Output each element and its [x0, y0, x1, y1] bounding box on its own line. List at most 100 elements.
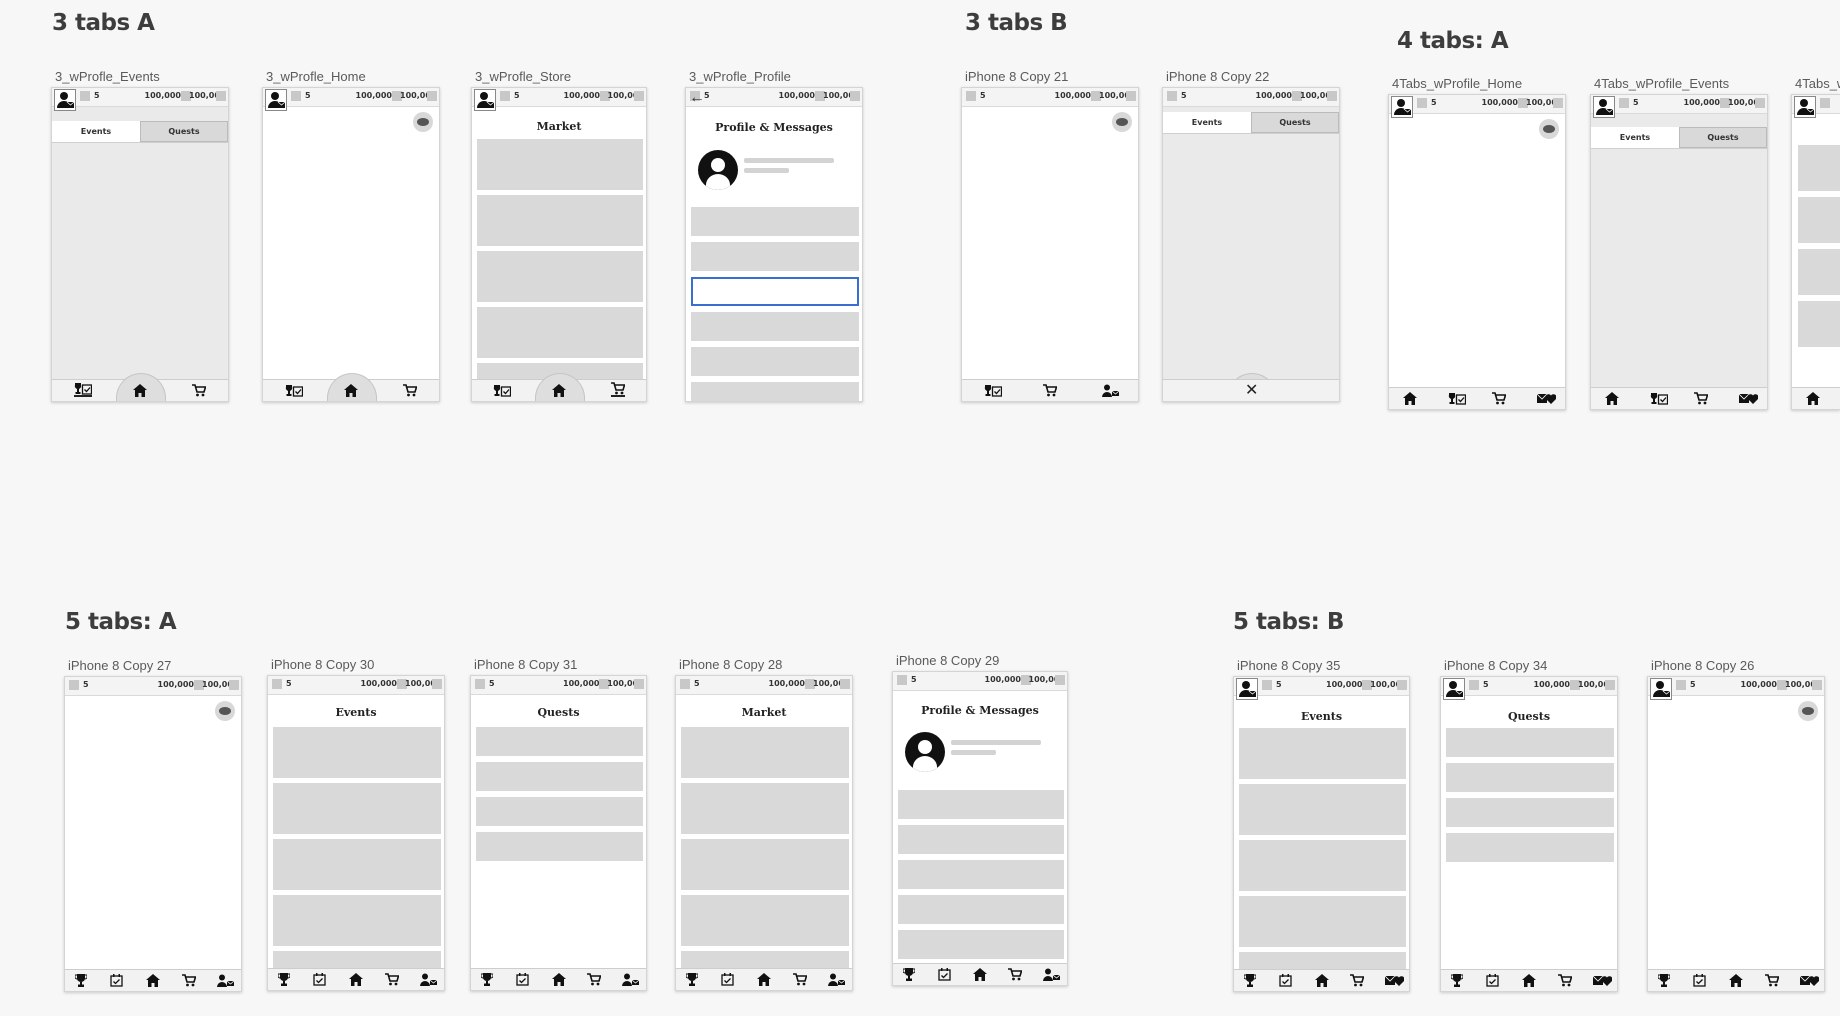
list-card[interactable]: [476, 797, 643, 826]
profile-avatar-button[interactable]: [1650, 678, 1672, 700]
list-card[interactable]: [691, 207, 859, 236]
home-icon[interactable]: [1522, 974, 1536, 987]
profile-icon[interactable]: [622, 973, 640, 986]
events-icon[interactable]: [1650, 392, 1668, 405]
list-card[interactable]: [681, 895, 849, 946]
list-card[interactable]: [691, 382, 859, 401]
calendar-icon[interactable]: [1279, 974, 1292, 987]
tab-quests[interactable]: Quests: [1679, 127, 1767, 148]
list-card[interactable]: [1798, 249, 1840, 295]
chat-bubble-icon[interactable]: [1112, 112, 1132, 132]
events-icon[interactable]: [1448, 392, 1466, 405]
cart-icon[interactable]: [403, 384, 418, 397]
calendar-icon[interactable]: [721, 973, 735, 986]
home-icon[interactable]: [1605, 392, 1620, 405]
cart-icon[interactable]: [610, 382, 625, 397]
heart-icon[interactable]: [1738, 392, 1758, 405]
cart-icon[interactable]: [1694, 392, 1709, 405]
list-card[interactable]: [898, 825, 1064, 854]
close-icon[interactable]: ✕: [1245, 380, 1258, 399]
list-card[interactable]: [1239, 840, 1406, 891]
list-card[interactable]: [1446, 798, 1614, 827]
cart-icon[interactable]: [1043, 384, 1057, 397]
home-icon[interactable]: [551, 973, 566, 986]
trophy-icon[interactable]: [74, 974, 87, 987]
back-arrow-icon[interactable]: ←: [689, 90, 705, 106]
list-card[interactable]: [1239, 728, 1406, 779]
cart-icon[interactable]: [1764, 974, 1779, 987]
profile-icon[interactable]: [828, 973, 846, 986]
cart-icon[interactable]: [1349, 974, 1364, 987]
home-icon[interactable]: [757, 973, 771, 986]
trophy-icon[interactable]: [685, 973, 698, 986]
home-icon[interactable]: [344, 384, 358, 397]
heart-icon[interactable]: [1593, 974, 1613, 987]
list-card[interactable]: [1798, 301, 1840, 347]
chat-bubble-icon[interactable]: [1539, 119, 1559, 139]
tab-events[interactable]: Events: [1591, 127, 1679, 148]
list-card[interactable]: [1798, 197, 1840, 243]
calendar-icon[interactable]: [516, 973, 529, 986]
list-card[interactable]: [898, 930, 1064, 959]
list-card[interactable]: [273, 783, 441, 834]
cart-icon[interactable]: [181, 974, 196, 987]
cart-icon[interactable]: [792, 973, 807, 986]
list-card[interactable]: [691, 242, 859, 271]
trophy-icon[interactable]: [1657, 974, 1670, 987]
profile-avatar-button[interactable]: [1391, 96, 1413, 118]
events-icon[interactable]: [73, 382, 92, 397]
profile-avatar-button[interactable]: [1236, 678, 1258, 700]
list-card[interactable]: [691, 312, 859, 341]
list-card[interactable]: [1446, 728, 1614, 757]
list-card[interactable]: [681, 839, 849, 890]
list-card[interactable]: [898, 790, 1064, 819]
tab-events[interactable]: Events: [1163, 112, 1251, 133]
cart-icon[interactable]: [384, 973, 399, 986]
chat-bubble-icon[interactable]: [1798, 701, 1818, 721]
heart-icon[interactable]: [1800, 974, 1820, 987]
cart-icon[interactable]: [192, 384, 207, 397]
trophy-icon[interactable]: [480, 973, 493, 986]
trophy-icon[interactable]: [1243, 974, 1256, 987]
cart-icon[interactable]: [1492, 392, 1507, 405]
cart-icon[interactable]: [1557, 974, 1572, 987]
chat-bubble-icon[interactable]: [413, 112, 433, 132]
list-card[interactable]: [273, 895, 441, 946]
home-icon[interactable]: [146, 974, 160, 987]
profile-avatar-button[interactable]: [265, 89, 287, 111]
cart-icon[interactable]: [1008, 968, 1023, 981]
heart-icon[interactable]: [1385, 974, 1405, 987]
home-icon[interactable]: [1729, 974, 1743, 987]
calendar-icon[interactable]: [938, 968, 951, 981]
list-card[interactable]: [1446, 833, 1614, 862]
list-card[interactable]: [681, 727, 849, 778]
list-card[interactable]: [1446, 763, 1614, 792]
list-card[interactable]: [477, 307, 643, 358]
list-card[interactable]: [273, 727, 441, 778]
home-icon[interactable]: [973, 968, 987, 981]
home-icon[interactable]: [133, 384, 147, 397]
trophy-icon[interactable]: [277, 973, 290, 986]
profile-avatar-button[interactable]: [474, 89, 496, 111]
profile-avatar-button[interactable]: [1443, 678, 1465, 700]
profile-avatar-button[interactable]: [54, 89, 76, 111]
list-card[interactable]: [681, 783, 849, 834]
list-card[interactable]: [691, 347, 859, 376]
list-card[interactable]: [476, 727, 643, 756]
tab-events[interactable]: Events: [52, 121, 140, 142]
list-card[interactable]: [476, 762, 643, 791]
profile-icon[interactable]: [420, 973, 438, 986]
events-icon[interactable]: [285, 384, 303, 397]
list-card[interactable]: [477, 195, 643, 246]
list-card[interactable]: [477, 251, 643, 302]
list-card[interactable]: [898, 895, 1064, 924]
home-icon[interactable]: [1314, 974, 1329, 987]
list-card[interactable]: [273, 839, 441, 890]
tab-quests[interactable]: Quests: [1251, 112, 1339, 133]
list-card[interactable]: [898, 860, 1064, 889]
home-icon[interactable]: [1806, 392, 1820, 405]
heart-icon[interactable]: [1536, 392, 1556, 405]
profile-icon[interactable]: [1102, 384, 1120, 397]
events-icon[interactable]: [493, 384, 512, 397]
events-icon[interactable]: [984, 384, 1002, 397]
